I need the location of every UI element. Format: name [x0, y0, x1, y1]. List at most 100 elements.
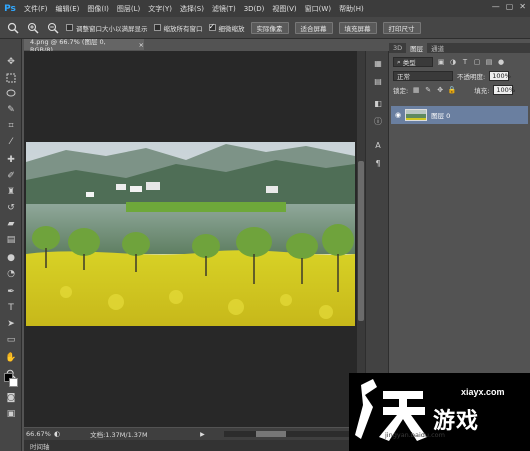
paragraph-panel-icon[interactable]: ¶: [372, 157, 384, 169]
scrubby-zoom-label: 细微缩放: [218, 24, 245, 33]
document-tab[interactable]: 4.png @ 66.7% (图层 0, RGB/8) ×: [24, 38, 144, 54]
minimize-button[interactable]: —: [492, 2, 500, 11]
fill-label: 填充:: [474, 87, 490, 95]
type-tool-icon[interactable]: T: [4, 301, 18, 315]
print-size-button[interactable]: 打印尺寸: [382, 21, 421, 34]
scrubby-zoom-option[interactable]: 细微缩放: [208, 22, 245, 33]
timeline-panel-tab[interactable]: 时间轴: [24, 440, 365, 451]
photoshop-logo: Ps: [4, 3, 16, 14]
dodge-tool-icon[interactable]: ◔: [4, 267, 18, 281]
restore-button[interactable]: ▢: [506, 2, 514, 11]
status-menu-arrow-icon[interactable]: ▶: [200, 431, 205, 438]
filter-pixel-icon[interactable]: ▣: [437, 58, 445, 66]
zoom-all-windows-option[interactable]: 缩放所有窗口: [153, 23, 203, 33]
lock-image-icon[interactable]: ✎: [424, 86, 432, 94]
screen-mode-icon[interactable]: ▣: [4, 407, 18, 421]
actual-pixels-button[interactable]: 实际像素: [250, 21, 289, 34]
filter-adjustment-icon[interactable]: ◑: [449, 58, 457, 66]
zoom-tool-preset-icon[interactable]: [6, 21, 20, 35]
zoom-all-windows-checkbox[interactable]: [153, 24, 161, 31]
hand-tool-icon[interactable]: ✋: [4, 351, 18, 365]
tab-channels[interactable]: 通道: [427, 43, 448, 53]
menu-view[interactable]: 视图(V): [268, 4, 300, 14]
history-brush-tool-icon[interactable]: ↺: [4, 201, 18, 215]
resize-windows-label: 调整窗口大小以满屏显示: [76, 24, 148, 33]
zoom-in-icon[interactable]: [26, 21, 40, 35]
path-selection-tool-icon[interactable]: ➤: [4, 317, 18, 331]
move-tool-icon[interactable]: ✥: [4, 55, 18, 69]
menu-file[interactable]: 文件(F): [20, 4, 52, 14]
landscape-image[interactable]: [26, 142, 355, 326]
character-panel-icon[interactable]: A: [372, 139, 384, 151]
brush-tool-icon[interactable]: ✐: [4, 169, 18, 183]
filter-type-icon[interactable]: T: [461, 58, 469, 66]
panel-tabs: 3D 图层 通道: [389, 43, 530, 53]
fit-screen-button[interactable]: 适合屏幕: [294, 21, 333, 34]
blend-opacity-row: 正常 不透明度: 100%: [389, 69, 530, 83]
layer-row[interactable]: ◉ 图层 0: [391, 106, 528, 124]
gradient-tool-icon[interactable]: ▤: [4, 233, 18, 247]
menu-select[interactable]: 选择(S): [176, 4, 208, 14]
menu-edit[interactable]: 编辑(E): [52, 4, 84, 14]
tab-layers[interactable]: 图层: [406, 43, 428, 53]
lock-transparent-icon[interactable]: ▦: [412, 86, 420, 94]
document-tab-close-button[interactable]: ×: [139, 41, 144, 49]
opacity-input[interactable]: 100%: [489, 71, 511, 81]
zoom-out-icon[interactable]: [46, 21, 60, 35]
menu-window[interactable]: 窗口(W): [301, 4, 335, 14]
eyedropper-tool-icon[interactable]: ⁄: [4, 135, 18, 149]
background-color-swatch[interactable]: [9, 378, 18, 387]
info-panel-icon[interactable]: ⓘ: [372, 115, 384, 127]
vertical-scrollbar-thumb[interactable]: [358, 161, 364, 321]
filter-smart-object-icon[interactable]: ▤: [485, 58, 493, 66]
blend-mode-select[interactable]: 正常: [393, 71, 453, 81]
layer-name[interactable]: 图层 0: [431, 110, 450, 120]
properties-panel-icon[interactable]: ▤: [372, 75, 384, 87]
resize-windows-checkbox[interactable]: [66, 24, 73, 31]
watermark-faded-text: jingyan.baidu.com: [385, 431, 445, 439]
quick-mask-icon[interactable]: ◙: [4, 391, 18, 405]
zoom-level-field[interactable]: 66.67%: [24, 430, 54, 438]
opacity-label: 不透明度:: [457, 73, 486, 81]
clone-stamp-tool-icon[interactable]: ♜: [4, 185, 18, 199]
scrubby-zoom-checkbox[interactable]: [208, 22, 216, 31]
vertical-scrollbar[interactable]: [357, 51, 365, 427]
fill-input[interactable]: 100%: [493, 85, 515, 95]
adjustments-panel-icon[interactable]: ◧: [372, 97, 384, 109]
pen-tool-icon[interactable]: ✒: [4, 285, 18, 299]
rectangle-tool-icon[interactable]: ▭: [4, 333, 18, 347]
history-panel-icon[interactable]: ▦: [372, 57, 384, 69]
fill-screen-button[interactable]: 填充屏幕: [338, 21, 377, 34]
site-watermark: xiayx.com 游戏 jingyan.baidu.com: [349, 373, 530, 451]
watermark-domain: xiayx.com: [461, 387, 505, 397]
filter-shape-icon[interactable]: ▢: [473, 58, 481, 66]
lock-fill-row: 锁定: ▦ ✎ ✥ 🔒 填充: 100%: [389, 83, 530, 97]
menu-help[interactable]: 帮助(H): [335, 4, 368, 14]
horizontal-scrollbar[interactable]: [224, 431, 354, 437]
document-size-info[interactable]: 文档:1.37M/1.37M: [60, 429, 200, 439]
zoom-all-windows-label: 缩放所有窗口: [163, 24, 203, 33]
lock-position-icon[interactable]: ✥: [436, 86, 444, 94]
resize-windows-option[interactable]: 调整窗口大小以满屏显示: [66, 23, 148, 33]
healing-brush-tool-icon[interactable]: ✚: [4, 153, 18, 167]
eraser-tool-icon[interactable]: ▰: [4, 217, 18, 231]
tab-3d[interactable]: 3D: [389, 43, 406, 53]
layer-visibility-eye-icon[interactable]: ◉: [395, 111, 401, 119]
crop-tool-icon[interactable]: ⌗: [4, 119, 18, 133]
quick-select-tool-icon[interactable]: ✎: [4, 103, 18, 117]
horizontal-scrollbar-thumb[interactable]: [256, 431, 286, 437]
menu-filter[interactable]: 滤镜(T): [208, 4, 240, 14]
blur-tool-icon[interactable]: ●: [4, 251, 18, 265]
marquee-tool-icon[interactable]: [4, 71, 18, 85]
layer-thumbnail: [405, 109, 428, 121]
menu-type[interactable]: 文字(Y): [144, 4, 176, 14]
menu-3d[interactable]: 3D(D): [240, 5, 269, 13]
layer-filter-kind-select[interactable]: ⌕ 类型: [393, 57, 433, 67]
close-button[interactable]: ✕: [519, 2, 526, 11]
menu-image[interactable]: 图像(I): [83, 4, 113, 14]
lock-all-icon[interactable]: 🔒: [448, 86, 457, 94]
tools-panel: ✥ ✎ ⌗ ⁄ ✚ ✐ ♜ ↺ ▰ ▤ ● ◔ ✒ T ➤ ▭ ✋ ◙ ▣: [0, 39, 22, 451]
menu-layer[interactable]: 图层(L): [113, 4, 144, 14]
lasso-tool-icon[interactable]: [4, 87, 18, 101]
filter-toggle-icon[interactable]: ●: [497, 58, 505, 66]
